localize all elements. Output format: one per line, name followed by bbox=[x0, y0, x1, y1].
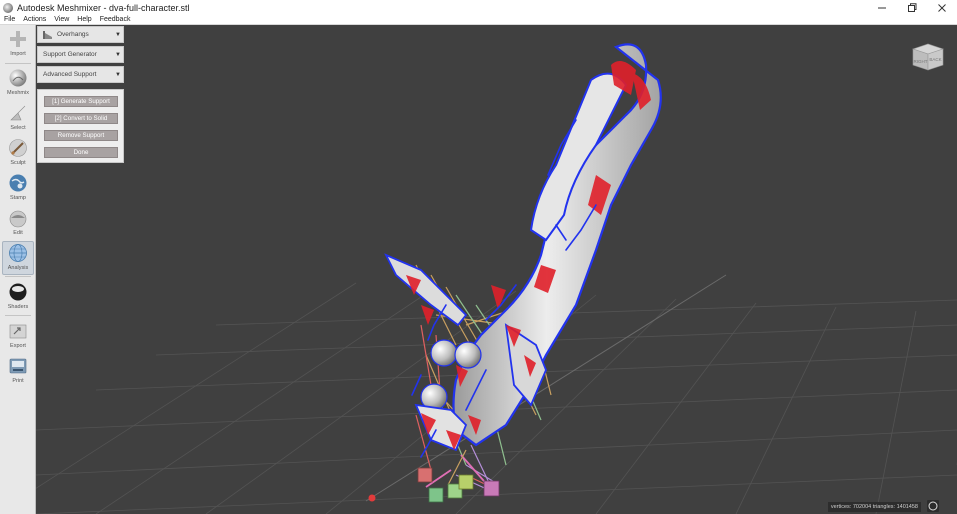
overhang-icon bbox=[43, 30, 52, 39]
remove-support-button[interactable]: Remove Support bbox=[44, 130, 118, 141]
toolbar-separator bbox=[5, 315, 31, 316]
overhangs-dropdown[interactable]: Overhangs ▼ bbox=[37, 26, 124, 43]
tool-edit-label: Edit bbox=[13, 230, 23, 236]
restore-button[interactable] bbox=[897, 0, 927, 15]
restore-icon bbox=[908, 2, 917, 12]
edit-sphere-icon bbox=[7, 207, 29, 229]
close-button[interactable] bbox=[927, 0, 957, 15]
tool-analysis-label: Analysis bbox=[7, 265, 29, 271]
meshmixer-window: Autodesk Meshmixer - dva-full-character.… bbox=[0, 0, 957, 514]
mesh-stats: vertices: 702004 triangles: 1401458 bbox=[827, 502, 921, 512]
toolbar-separator bbox=[5, 276, 31, 277]
tool-print[interactable]: Print bbox=[2, 355, 34, 389]
tool-print-label: Print bbox=[12, 378, 24, 384]
menu-view[interactable]: View bbox=[50, 15, 73, 25]
minimize-icon bbox=[878, 7, 886, 8]
arrow-icon bbox=[7, 102, 29, 124]
tool-stamp-label: Stamp bbox=[10, 195, 26, 201]
tool-export-label: Export bbox=[10, 343, 26, 349]
tool-select-label: Select bbox=[10, 125, 26, 131]
brush-icon bbox=[7, 137, 29, 159]
close-icon bbox=[938, 3, 946, 12]
toolbar-separator bbox=[5, 63, 31, 64]
3d-viewport[interactable]: RIGHT BACK vertices: 702004 triangles: 1… bbox=[36, 25, 957, 514]
tool-import-label: Import bbox=[10, 51, 26, 57]
chevron-down-icon: ▼ bbox=[115, 51, 121, 58]
done-button[interactable]: Done bbox=[44, 147, 118, 158]
menu-actions[interactable]: Actions bbox=[19, 15, 50, 25]
tool-shaders[interactable]: Shaders bbox=[2, 281, 34, 315]
plus-icon bbox=[7, 28, 29, 50]
left-toolbar: Import Meshmix Select Sculpt Stamp Edit … bbox=[0, 25, 36, 514]
viewcube-left-label: RIGHT bbox=[914, 59, 928, 64]
mesh-sphere-icon bbox=[7, 242, 29, 264]
menu-feedback[interactable]: Feedback bbox=[96, 15, 135, 25]
view-cube[interactable]: RIGHT BACK bbox=[911, 41, 945, 71]
menu-bar: File Actions View Help Feedback bbox=[0, 15, 957, 25]
tool-meshmix-label: Meshmix bbox=[6, 90, 29, 96]
status-icons bbox=[927, 500, 954, 512]
convert-to-solid-button[interactable]: [2] Convert to Solid bbox=[44, 113, 118, 124]
tool-stamp[interactable]: Stamp bbox=[2, 172, 34, 206]
generate-support-button[interactable]: [1] Generate Support bbox=[44, 96, 118, 107]
sphere-icon bbox=[7, 67, 29, 89]
tool-import[interactable]: Import bbox=[2, 28, 34, 62]
tool-shaders-label: Shaders bbox=[7, 304, 29, 310]
window-title: Autodesk Meshmixer - dva-full-character.… bbox=[17, 2, 190, 13]
title-bar: Autodesk Meshmixer - dva-full-character.… bbox=[0, 0, 957, 15]
printer-icon bbox=[7, 355, 29, 377]
help-button[interactable] bbox=[927, 500, 954, 512]
menu-file[interactable]: File bbox=[0, 15, 19, 25]
viewcube-right-label: BACK bbox=[929, 57, 941, 62]
scene-canvas[interactable] bbox=[36, 25, 957, 514]
export-icon bbox=[7, 320, 29, 342]
shader-sphere-icon bbox=[7, 281, 29, 303]
character-model[interactable] bbox=[384, 43, 662, 458]
tool-export[interactable]: Export bbox=[2, 320, 34, 354]
tool-sculpt-label: Sculpt bbox=[10, 160, 26, 166]
tool-meshmix[interactable]: Meshmix bbox=[2, 67, 34, 101]
globe-icon bbox=[7, 172, 29, 194]
advanced-support-label: Advanced Support bbox=[43, 71, 97, 78]
tool-edit[interactable]: Edit bbox=[2, 207, 34, 241]
support-generator-label: Support Generator bbox=[43, 51, 97, 58]
minimize-button[interactable] bbox=[867, 0, 897, 15]
advanced-support-dropdown[interactable]: Advanced Support ▼ bbox=[37, 66, 124, 83]
support-actions-box: [1] Generate Support [2] Convert to Soli… bbox=[37, 89, 124, 163]
support-generator-dropdown[interactable]: Support Generator ▼ bbox=[37, 46, 124, 63]
chevron-down-icon: ▼ bbox=[115, 31, 121, 38]
meshmixer-logo-icon bbox=[3, 2, 13, 13]
menu-help[interactable]: Help bbox=[73, 15, 95, 25]
overhangs-label: Overhangs bbox=[57, 31, 89, 38]
tool-select[interactable]: Select bbox=[2, 102, 34, 136]
help-circle-icon bbox=[927, 500, 939, 512]
chevron-down-icon: ▼ bbox=[115, 71, 121, 78]
tool-sculpt[interactable]: Sculpt bbox=[2, 137, 34, 171]
tool-analysis[interactable]: Analysis bbox=[2, 241, 34, 275]
